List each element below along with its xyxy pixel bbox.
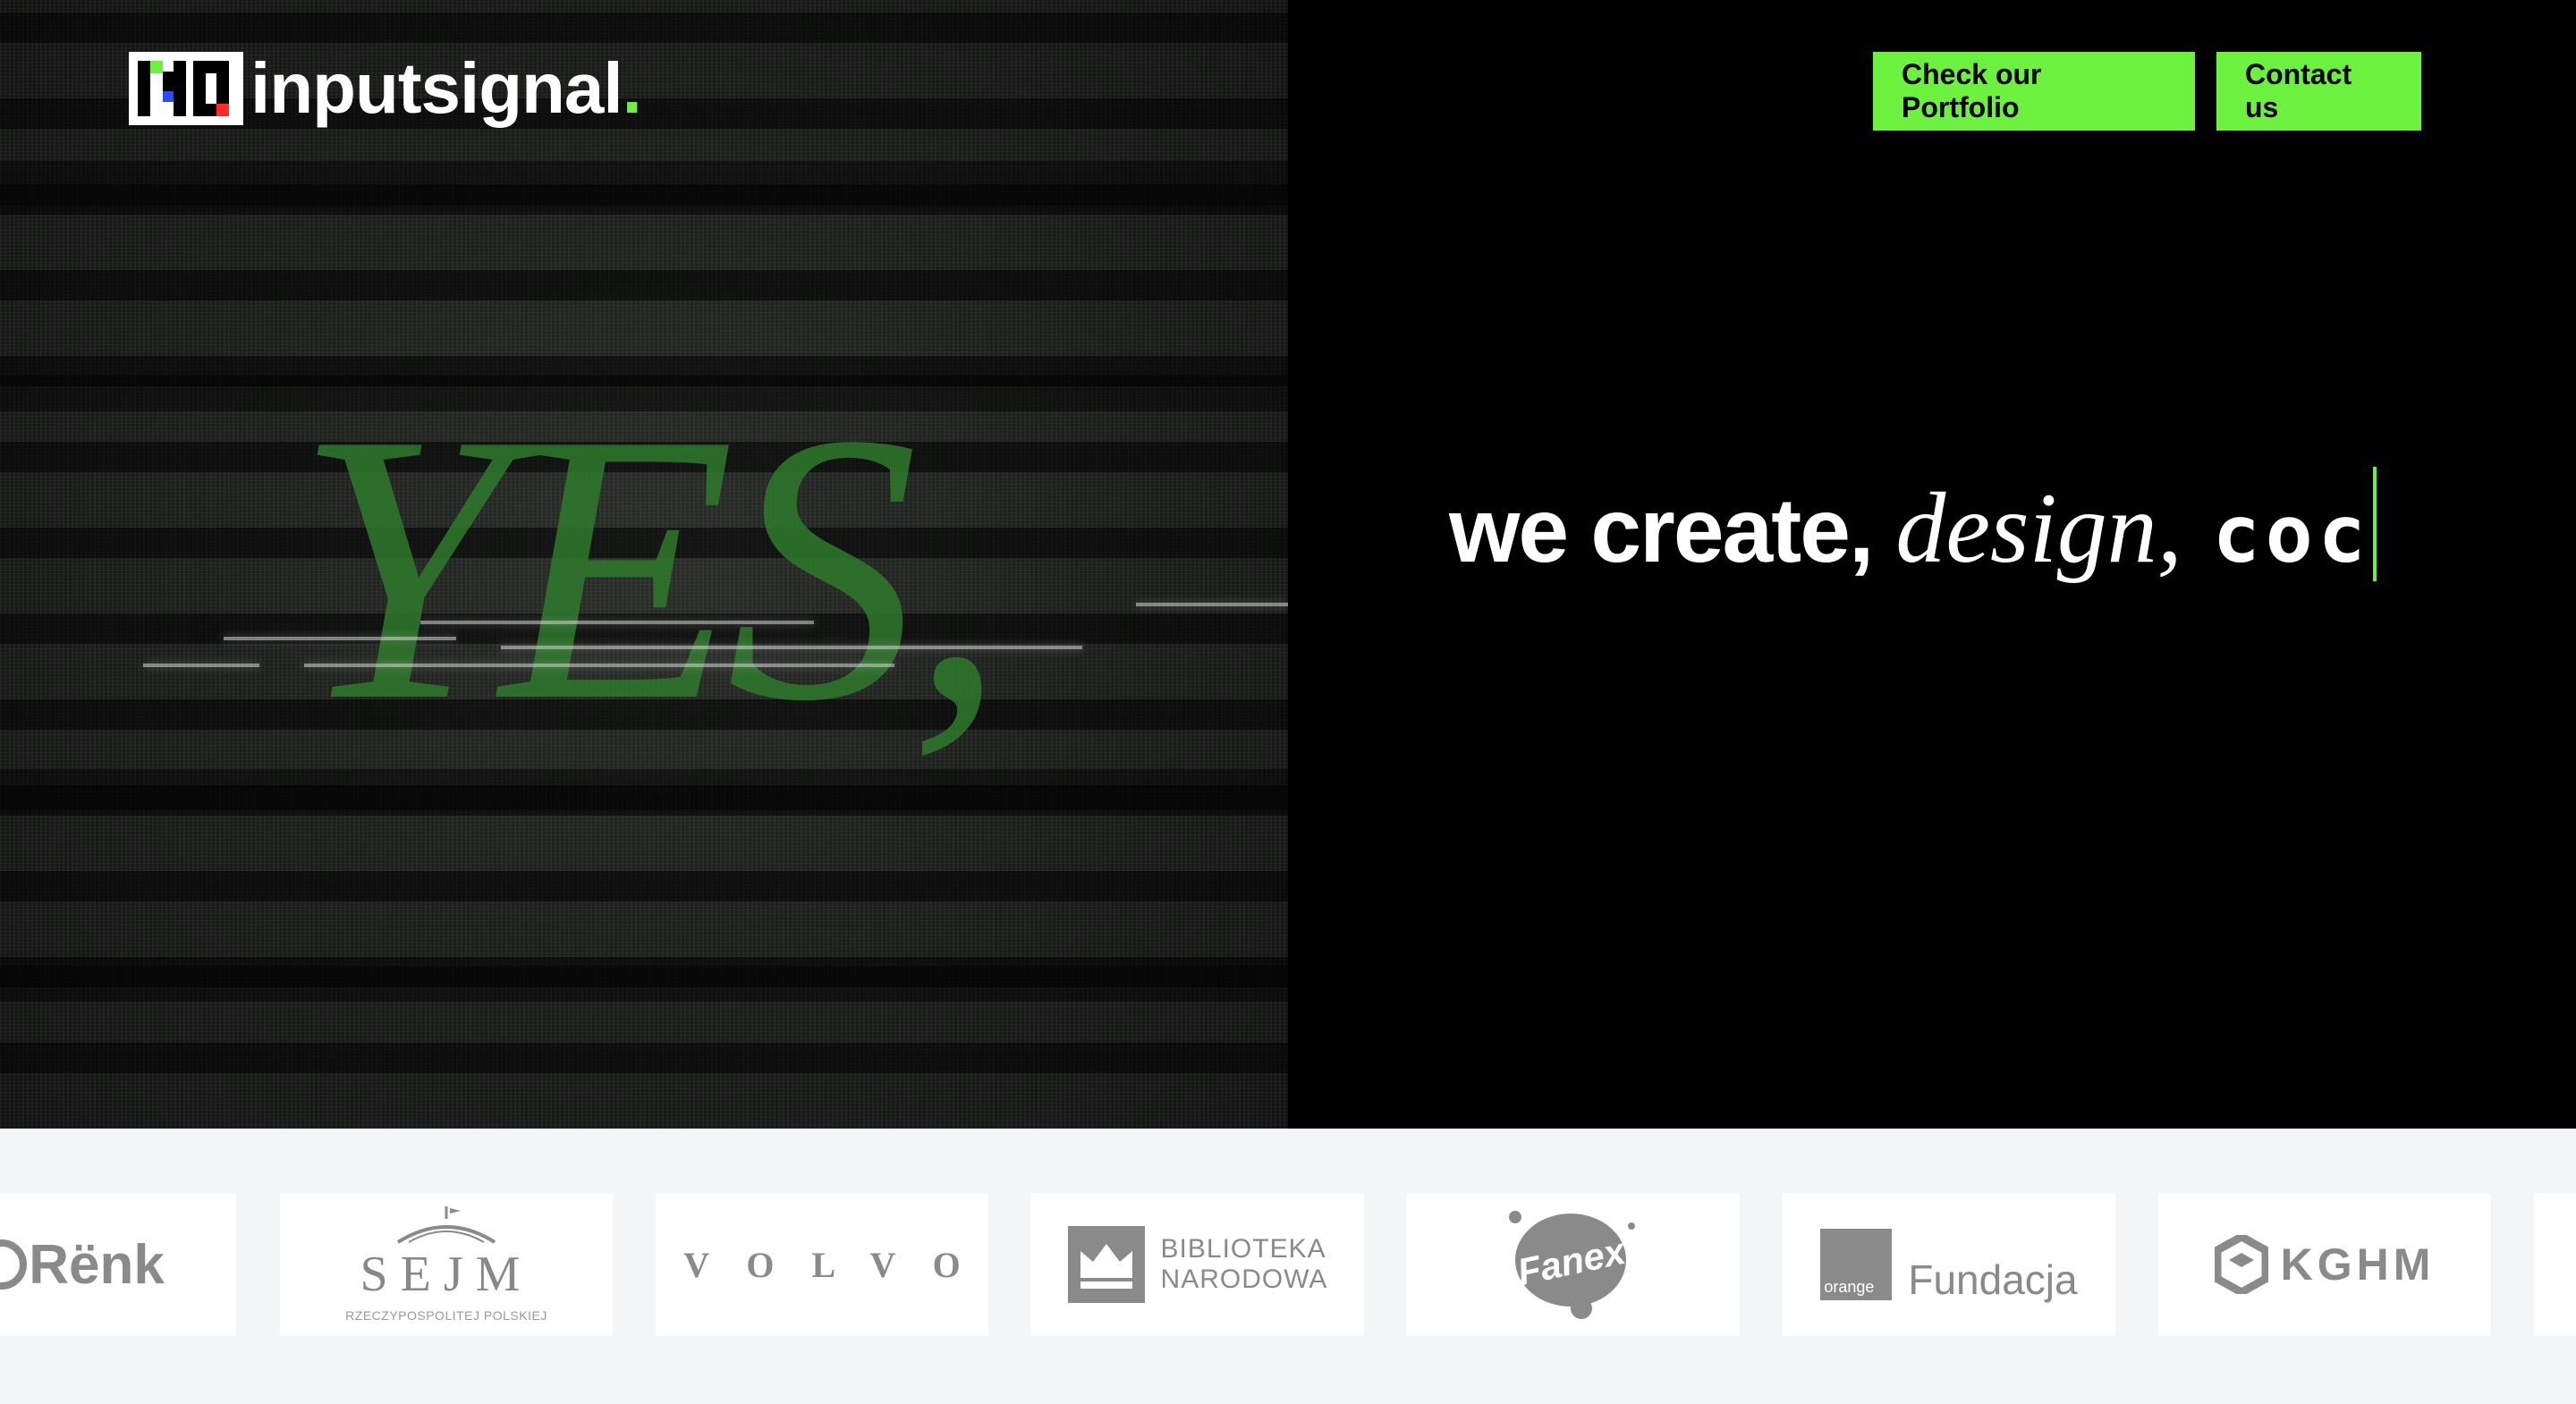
glitch-line [1136, 603, 1288, 606]
clients-logo-strip: Rënk SEJM RZECZYPOSPOLITEJ POLSKIEJ VOLV… [0, 1129, 2576, 1404]
crown-icon [1067, 1226, 1145, 1303]
orange-square-icon: orange [1820, 1229, 1893, 1300]
client-logo-volvo: VOLVO [656, 1193, 988, 1336]
client-logo-subtext: RZECZYPOSPOLITEJ POLSKIEJ [345, 1308, 547, 1323]
headline-part-code: coc [2212, 488, 2371, 580]
glitch-line [143, 664, 259, 667]
portfolio-button[interactable]: Check our Portfolio [1873, 52, 2195, 131]
client-logo-orange-fundacja: orange Fundacja [1783, 1193, 2115, 1336]
glitch-line [420, 621, 814, 624]
client-logo-text: Rënk [29, 1233, 165, 1296]
headline-part-design: design, [1895, 473, 2182, 584]
client-logo-kghm: KGHM [2158, 1193, 2491, 1336]
logo-mark-icon [129, 52, 243, 125]
video-word: YES, [295, 355, 1005, 781]
headline-part-create: we create, [1449, 479, 1874, 581]
renk-mark-icon [0, 1239, 28, 1290]
client-logo-sejm: SEJM RZECZYPOSPOLITEJ POLSKIEJ [280, 1193, 613, 1336]
hero-video: YES, [0, 0, 1288, 1129]
contact-button[interactable]: Contact us [2216, 52, 2421, 131]
sejm-building-icon [396, 1206, 496, 1244]
hero-headline: we create, design, coc [1449, 447, 2377, 587]
client-logo-text: Fundacja [1908, 1256, 2078, 1303]
site-logo[interactable]: inputsignal . [129, 52, 642, 125]
client-logo-renk: Rënk [0, 1193, 236, 1336]
client-logo-text: KGHM [2280, 1239, 2436, 1290]
logo-text: inputsignal [250, 48, 623, 128]
kghm-hexagon-icon [2214, 1235, 2268, 1294]
orange-badge-text: orange [1824, 1278, 1875, 1296]
client-logo-fanex: Fanex [1407, 1193, 1740, 1336]
glitch-line [501, 646, 1082, 649]
client-logo-text: SEJM [360, 1247, 533, 1302]
noise-band [0, 966, 1288, 1002]
header-nav: Check our Portfolio Contact us [1873, 52, 2421, 131]
logo-dot: . [622, 48, 642, 128]
client-logo-text: VOLVO [683, 1244, 998, 1285]
hero-section: YES, inputsignal . Check our Portfolio C… [0, 0, 2576, 1129]
noise-band [0, 161, 1288, 206]
client-logo-text-line2: NARODOWA [1160, 1264, 1328, 1294]
typing-caret [2372, 467, 2377, 581]
glitch-line [224, 637, 456, 640]
client-logo-biblioteka-narodowa: BIBLIOTEKA NARODOWA [1031, 1193, 1364, 1336]
client-logo-partial [2534, 1193, 2576, 1336]
glitch-line [304, 664, 894, 667]
client-logo-text-line1: BIBLIOTEKA [1160, 1233, 1326, 1264]
